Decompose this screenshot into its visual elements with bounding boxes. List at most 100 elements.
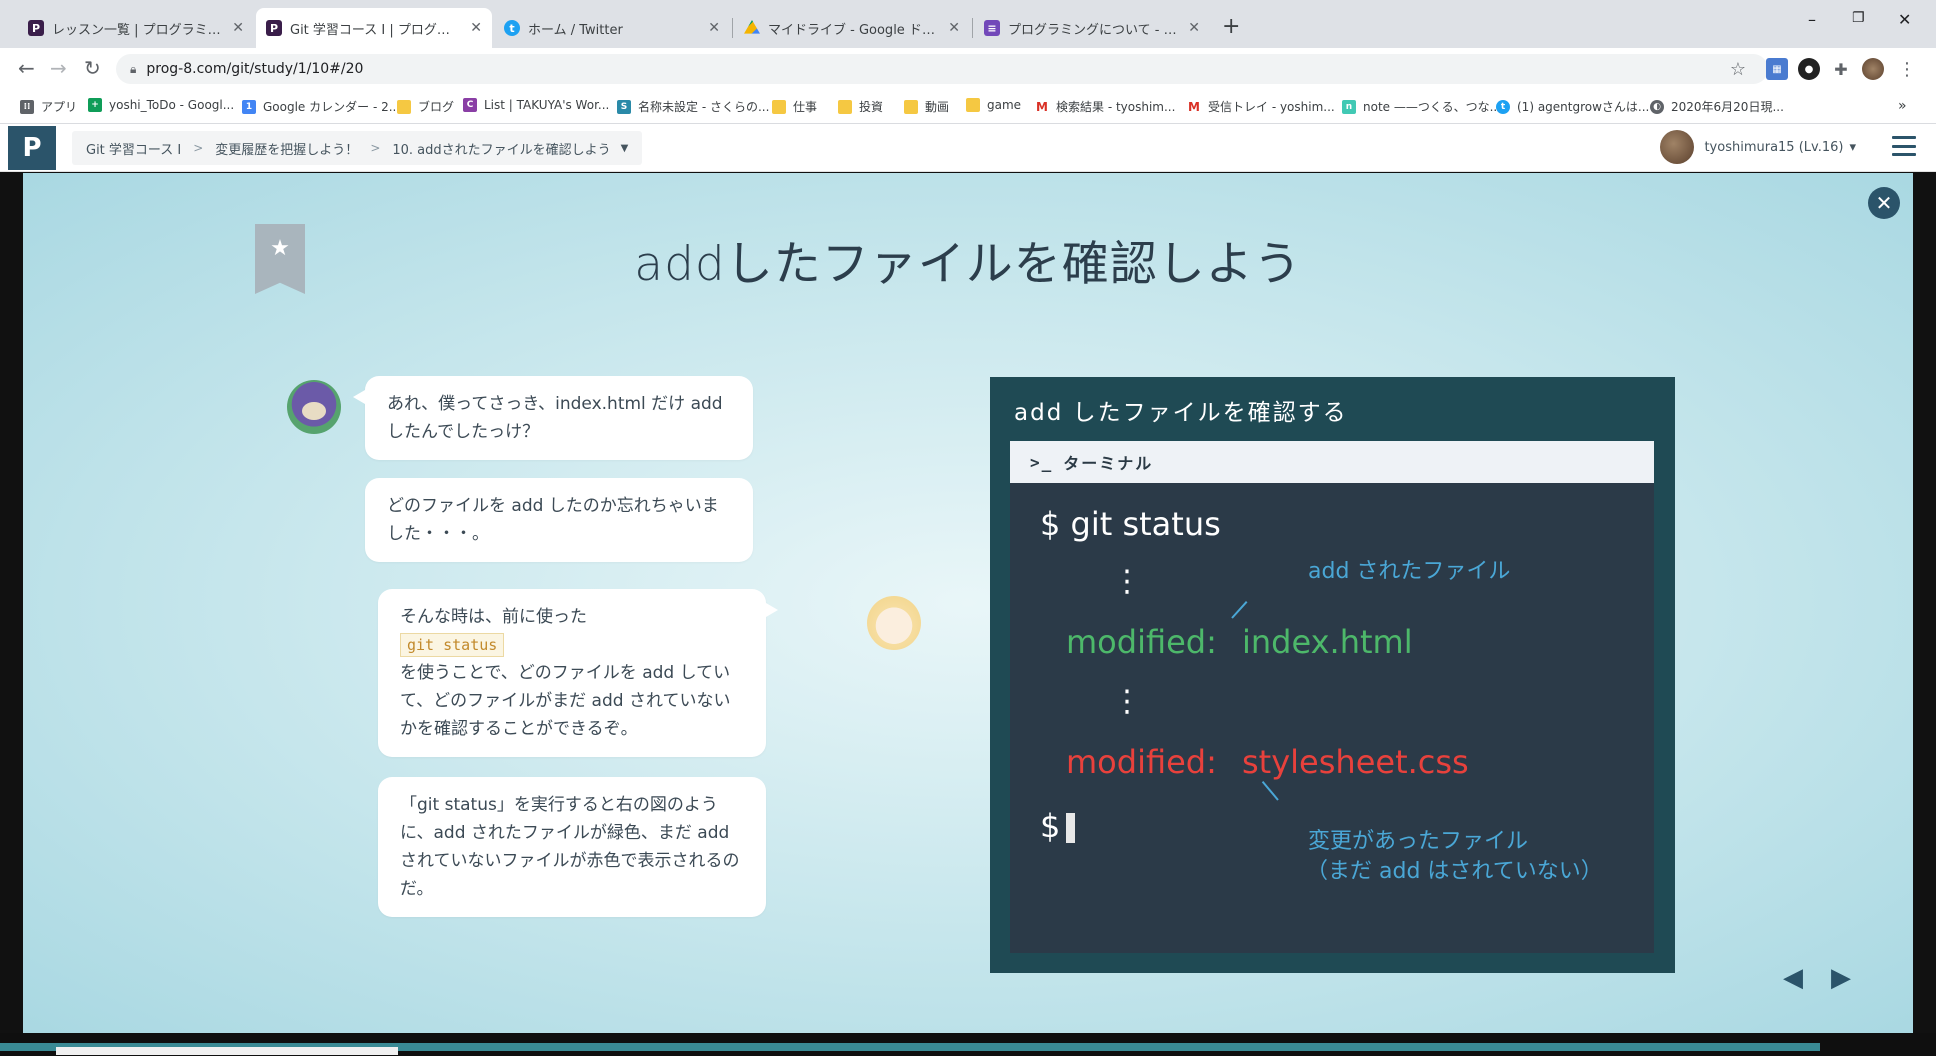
annotation-arrow	[1261, 780, 1279, 801]
tab-lesson-list[interactable]: P レッスン一覧 | プログラミングの入門な ✕	[18, 8, 254, 48]
url-text: prog-8.com/git/study/1/10#/20	[146, 61, 364, 77]
bookmark-label: 受信トレイ - yoshim...	[1208, 100, 1335, 114]
close-icon[interactable]: ✕	[232, 20, 244, 36]
tab-title: プログラミングについて - Google フォ	[1008, 22, 1180, 38]
close-icon[interactable]: ✕	[1188, 20, 1200, 36]
lock-icon: 🔒︎	[130, 61, 137, 76]
bookmark-item[interactable]: S 名称未設定 - さくらの...	[617, 98, 769, 115]
prev-slide-icon[interactable]: ◀	[1783, 963, 1803, 993]
puzzle-icon[interactable]: ✚	[1830, 58, 1852, 80]
hamburger-menu-icon[interactable]	[1892, 136, 1916, 156]
site-header: P Git 学習コース I > 変更履歴を把握しよう！ > 10. addされた…	[0, 124, 1936, 172]
restore-icon[interactable]: ❐	[1852, 10, 1865, 26]
bookmark-label: Google カレンダー - 2...	[263, 100, 401, 114]
tab-title: レッスン一覧 | プログラミングの入門な	[52, 22, 224, 38]
bubble-text: どのファイルを add したのか忘れちゃいました・・・。	[387, 496, 719, 544]
progress-strip	[0, 1033, 1936, 1056]
twitter-icon: t	[1496, 99, 1510, 114]
bubble-text: 「git status」を実行すると右の図のように、add されたファイルが緑色…	[400, 795, 740, 899]
caret-down-icon[interactable]: ▼	[621, 143, 629, 154]
twitter-icon: t	[504, 20, 520, 36]
bookmark-label: (1) agentgrowさんは...	[1517, 100, 1650, 114]
bookmark-item[interactable]: + yoshi_ToDo - Googl...	[88, 98, 234, 112]
terminal-label: ターミナル	[1063, 454, 1154, 473]
cursor	[1066, 813, 1076, 843]
command-line: $ git status	[1040, 505, 1221, 543]
bookmark-item[interactable]: 動画	[904, 98, 949, 115]
back-icon[interactable]: ←	[18, 56, 35, 80]
bookmark-item[interactable]: 仕事	[772, 98, 817, 115]
bookmark-item[interactable]: ◐ 2020年6月20日現...	[1650, 98, 1784, 115]
speech-bubble-cat-1: あれ、僕ってさっき、index.html だけ add したんでしたっけ？	[353, 376, 753, 460]
bookmark-label: List | TAKUYA's Wor...	[484, 98, 610, 112]
bookmark-label: 名称未設定 - さくらの...	[638, 100, 770, 114]
annotation-changed-2: （まだ add はされていない）	[1306, 859, 1603, 884]
close-icon[interactable]: ✕	[708, 20, 720, 36]
window-close-icon[interactable]: ✕	[1898, 10, 1911, 29]
star-icon[interactable]: ☆	[1727, 58, 1749, 80]
bookmark-item[interactable]: 投資	[838, 98, 883, 115]
breadcrumb-chapter[interactable]: 変更履歴を把握しよう！	[215, 139, 358, 158]
bookmark-item[interactable]: ブログ	[397, 98, 454, 115]
tab-google-drive[interactable]: マイドライブ - Google ドライブ ✕	[734, 8, 970, 48]
progate-logo[interactable]: P	[8, 126, 56, 170]
user-menu[interactable]: tyoshimura15 (Lv.16) ▾	[1660, 130, 1856, 164]
bookmark-item[interactable]: 1 Google カレンダー - 2...	[242, 98, 400, 115]
modified-label-unstaged: modified:	[1066, 743, 1217, 781]
added-file-name: index.html	[1242, 623, 1413, 661]
avatar	[1660, 130, 1695, 164]
bookmark-item[interactable]: M 受信トレイ - yoshim...	[1187, 98, 1335, 115]
bookmark-apps[interactable]: ⁞⁞ アプリ	[20, 98, 77, 115]
menu-icon[interactable]: ⋮	[1896, 58, 1918, 80]
tab-title: ホーム / Twitter	[528, 22, 623, 38]
minimize-icon[interactable]: –	[1808, 10, 1816, 29]
diagram-title: add したファイルを確認する	[1014, 400, 1348, 426]
shell-prompt: $	[1040, 807, 1076, 845]
bookmarks-overflow-icon[interactable]: »	[1898, 98, 1907, 114]
address-bar[interactable]: 🔒︎ prog-8.com/git/study/1/10#/20	[116, 54, 1768, 84]
folder-icon	[904, 99, 918, 114]
tab-google-forms[interactable]: ≡ プログラミングについて - Google フォ ✕	[974, 8, 1210, 48]
speech-bubble-cat-2: どのファイルを add したのか忘れちゃいました・・・。	[365, 478, 753, 562]
close-slide-button[interactable]: ✕	[1868, 187, 1900, 219]
bookmark-item[interactable]: C List | TAKUYA's Wor...	[463, 98, 609, 112]
bookmark-item[interactable]: game	[966, 98, 1021, 112]
bookmark-item[interactable]: M 検索結果 - tyoshim...	[1035, 98, 1175, 115]
extension-icon[interactable]: ▦	[1766, 58, 1788, 80]
breadcrumb-lesson[interactable]: 10. addされたファイルを確認しよう	[392, 139, 610, 158]
extension-icon[interactable]: ●	[1798, 58, 1820, 80]
prompt-char: $	[1040, 807, 1061, 845]
character-cat-avatar	[287, 380, 341, 434]
bookmark-item[interactable]: t (1) agentgrowさんは...	[1496, 98, 1649, 115]
tab-separator	[972, 18, 973, 38]
globe-icon: ◐	[1650, 99, 1664, 114]
google-calendar-icon: 1	[242, 99, 256, 114]
slide-title: addしたファイルを確認しよう	[634, 237, 1302, 292]
bookmark-label: 仕事	[793, 100, 818, 114]
character-sheep-avatar	[867, 596, 921, 650]
ellipsis-dots: ⋮	[1112, 564, 1142, 599]
breadcrumb-course[interactable]: Git 学習コース I	[86, 139, 181, 158]
profile-avatar[interactable]	[1862, 58, 1884, 80]
next-slide-icon[interactable]: ▶	[1831, 963, 1851, 993]
ellipsis-dots: ⋮	[1112, 684, 1142, 719]
google-drive-icon	[744, 20, 760, 34]
slide-navigation: ◀ ▶	[1783, 963, 1851, 993]
annotation-arrow	[1231, 600, 1248, 619]
new-tab-button[interactable]: +	[1222, 14, 1240, 39]
terminal-header: >_ ターミナル	[1010, 441, 1654, 483]
bookmark-label: 動画	[925, 100, 950, 114]
google-sheets-icon: +	[88, 98, 102, 112]
tab-twitter[interactable]: t ホーム / Twitter ✕	[494, 8, 730, 48]
bookmark-item[interactable]: n note ——つくる、つな...	[1342, 98, 1501, 115]
bookmark-label: 検索結果 - tyoshim...	[1056, 100, 1176, 114]
close-icon[interactable]: ✕	[470, 20, 482, 36]
bubble-text: を使うことで、どのファイルを add していて、どのファイルがまだ add され…	[400, 663, 731, 739]
breadcrumb: Git 学習コース I > 変更履歴を把握しよう！ > 10. addされたファ…	[72, 131, 643, 165]
close-icon[interactable]: ✕	[948, 20, 960, 36]
tab-git-course[interactable]: P Git 学習コース I | プログラミングの入門 ✕	[256, 8, 492, 48]
inline-code: git status	[400, 633, 505, 657]
forward-icon[interactable]: →	[50, 56, 67, 80]
reload-icon[interactable]: ↻	[84, 56, 101, 80]
tab-separator	[732, 18, 733, 38]
